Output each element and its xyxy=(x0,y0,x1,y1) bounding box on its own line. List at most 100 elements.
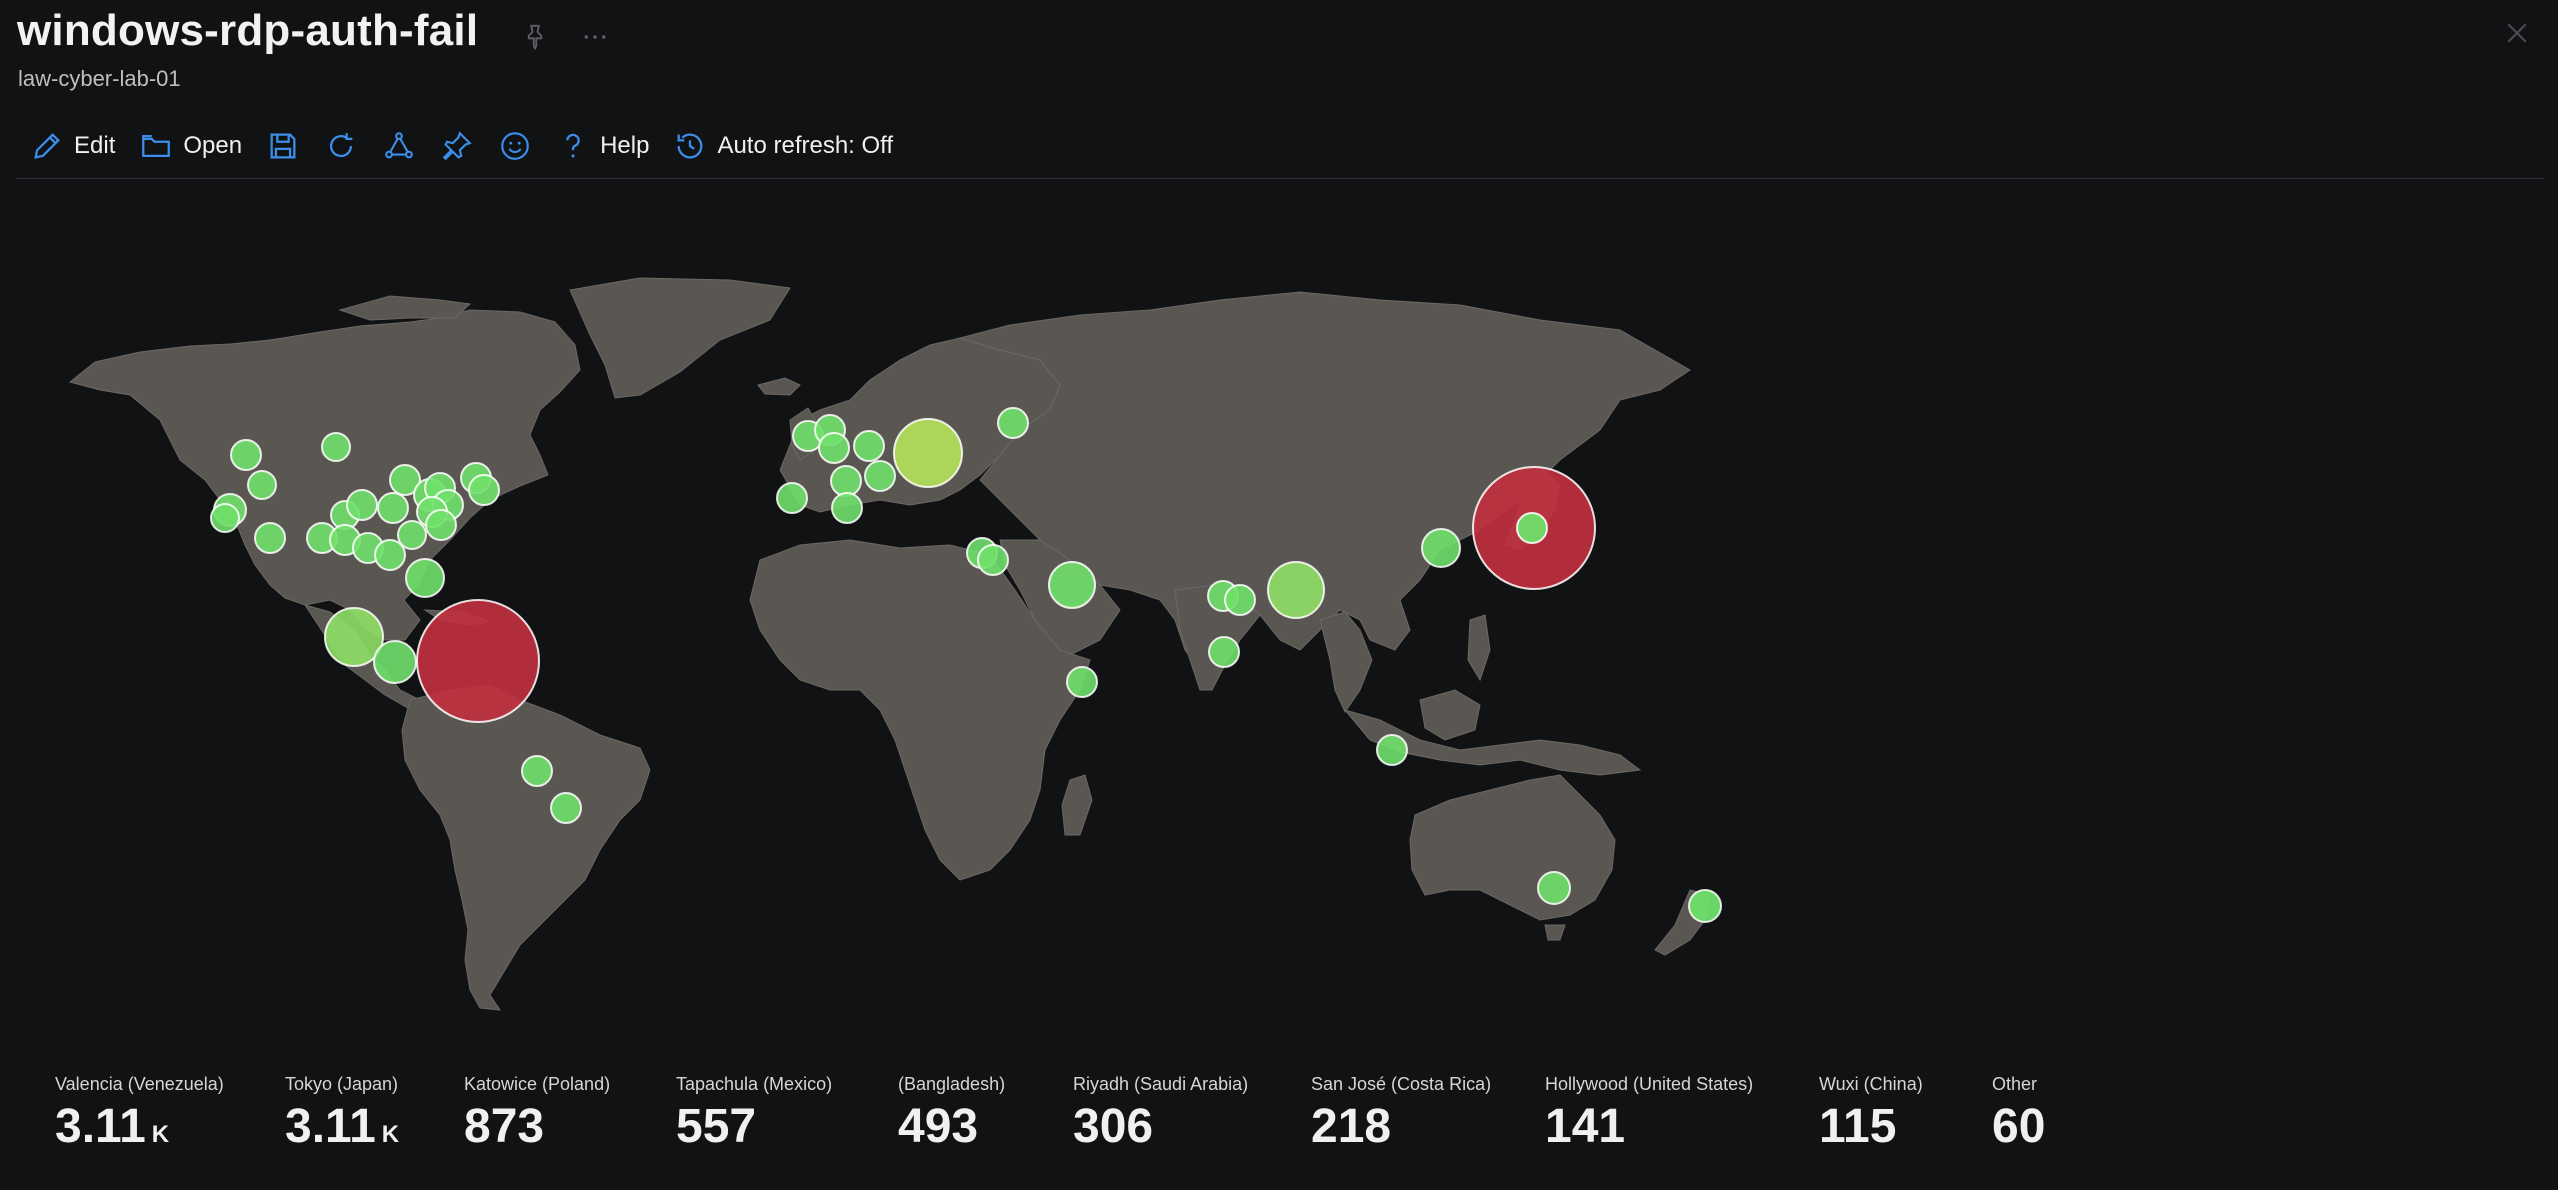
australia-landmass xyxy=(1409,774,1616,921)
more-icon[interactable] xyxy=(580,22,610,52)
location-bubble[interactable] xyxy=(210,503,240,533)
location-bubble[interactable] xyxy=(397,520,427,550)
wuxi-bubble[interactable] xyxy=(1421,528,1461,568)
location-bubble[interactable] xyxy=(321,432,351,462)
legend-item[interactable]: San José (Costa Rica) 218 xyxy=(1311,1074,1491,1154)
location-bubble[interactable] xyxy=(468,474,500,506)
legend-label: (Bangladesh) xyxy=(898,1074,1006,1094)
legend-item[interactable]: Tapachula (Mexico) 557 xyxy=(676,1074,832,1154)
edit-label: Edit xyxy=(74,132,116,159)
katowice-bubble[interactable] xyxy=(893,418,963,488)
folder-icon xyxy=(142,134,171,158)
iceland-landmass xyxy=(757,377,801,396)
map-legend: Valencia (Venezuela) 3.11 K Tokyo (Japan)… xyxy=(0,1074,2558,1184)
pin-icon[interactable] xyxy=(520,22,550,52)
save-button[interactable] xyxy=(254,120,312,172)
legend-item[interactable]: Katowice (Poland) 873 xyxy=(464,1074,610,1154)
location-bubble[interactable] xyxy=(247,470,277,500)
page-title: windows-rdp-auth-fail xyxy=(17,6,479,55)
location-bubble[interactable] xyxy=(977,544,1009,576)
legend-label: Katowice (Poland) xyxy=(464,1074,611,1094)
legend-item[interactable]: (Bangladesh) 493 xyxy=(898,1074,1005,1154)
riyadh-bubble[interactable] xyxy=(1048,561,1096,609)
legend-value: 3.11 K xyxy=(285,1100,400,1153)
feedback-button[interactable] xyxy=(486,120,544,172)
location-bubble[interactable] xyxy=(346,489,378,521)
san-jose-bubble[interactable] xyxy=(373,640,417,684)
location-bubble[interactable] xyxy=(830,465,862,497)
share-icon xyxy=(385,132,413,159)
legend-value: 115 xyxy=(1819,1100,1897,1153)
location-bubble[interactable] xyxy=(1224,584,1256,616)
legend-label: Riyadh (Saudi Arabia) xyxy=(1073,1074,1249,1094)
legend-label: Other xyxy=(1992,1074,2038,1094)
workspace-name: law-cyber-lab-01 xyxy=(18,66,181,91)
location-bubble[interactable] xyxy=(1688,889,1722,923)
land-masses xyxy=(68,277,1711,1011)
toolbar-divider xyxy=(16,178,2544,179)
legend-item[interactable]: Other 60 xyxy=(1992,1074,2051,1154)
location-bubble[interactable] xyxy=(230,439,262,471)
pin-icon xyxy=(442,131,472,161)
legend-value: 60 xyxy=(1992,1100,2046,1153)
location-bubble[interactable] xyxy=(1066,666,1098,698)
philippines-landmass xyxy=(1467,614,1491,682)
legend-label: Wuxi (China) xyxy=(1819,1074,1923,1094)
question-mark-icon xyxy=(566,133,580,158)
pin-to-dashboard-button[interactable] xyxy=(428,120,486,172)
edit-button[interactable]: Edit xyxy=(18,120,127,172)
open-label: Open xyxy=(183,132,243,159)
location-bubble[interactable] xyxy=(254,522,286,554)
legend-item[interactable]: Riyadh (Saudi Arabia) 306 xyxy=(1073,1074,1248,1154)
location-bubble[interactable] xyxy=(831,492,863,524)
location-bubble[interactable] xyxy=(818,432,850,464)
share-button[interactable] xyxy=(370,120,428,172)
location-bubble[interactable] xyxy=(1537,871,1571,905)
location-bubble[interactable] xyxy=(1376,734,1408,766)
world-map-canvas xyxy=(68,277,1722,1011)
auto-refresh-label: Auto refresh: Off xyxy=(717,132,894,159)
legend-label: San José (Costa Rica) xyxy=(1311,1074,1492,1094)
help-label: Help xyxy=(600,132,650,159)
location-bubble[interactable] xyxy=(521,755,553,787)
location-bubble[interactable] xyxy=(1516,512,1548,544)
world-map[interactable] xyxy=(0,190,2558,1070)
legend-item[interactable]: Hollywood (United States) 141 xyxy=(1545,1074,1753,1154)
legend-value: 3.11 K xyxy=(55,1100,170,1153)
legend-item[interactable]: Valencia (Venezuela) 3.11 K xyxy=(55,1074,224,1154)
legend-value: 141 xyxy=(1545,1100,1626,1153)
bangladesh-bubble[interactable] xyxy=(1267,561,1325,619)
legend-label: Hollywood (United States) xyxy=(1545,1074,1754,1094)
toolbar: Edit Open Help Auto refresh: Off xyxy=(18,120,905,172)
location-bubble[interactable] xyxy=(864,460,896,492)
legend-value: 557 xyxy=(676,1100,757,1153)
location-bubble[interactable] xyxy=(853,430,885,462)
open-button[interactable]: Open xyxy=(127,120,254,172)
location-bubble[interactable] xyxy=(377,492,409,524)
valencia-bubble[interactable] xyxy=(416,599,540,723)
south-america-landmass xyxy=(401,684,651,1011)
location-bubble[interactable] xyxy=(1208,636,1240,668)
legend-item[interactable]: Tokyo (Japan) 3.11 K xyxy=(285,1074,399,1154)
save-icon xyxy=(270,133,296,159)
location-bubble[interactable] xyxy=(550,792,582,824)
legend-value: 218 xyxy=(1311,1100,1392,1153)
refresh-icon xyxy=(330,133,353,158)
location-bubble[interactable] xyxy=(425,509,457,541)
pencil-icon xyxy=(34,133,60,159)
legend-value: 493 xyxy=(898,1100,979,1153)
auto-refresh-button[interactable]: Auto refresh: Off xyxy=(661,120,905,172)
legend-item[interactable]: Wuxi (China) 115 xyxy=(1819,1074,1923,1154)
help-button[interactable]: Help xyxy=(544,120,661,172)
legend-label: Tapachula (Mexico) xyxy=(676,1074,833,1094)
close-icon[interactable] xyxy=(2502,18,2532,48)
refresh-button[interactable] xyxy=(312,120,370,172)
smiley-icon xyxy=(501,132,529,160)
location-bubble[interactable] xyxy=(405,558,445,598)
borneo-landmass xyxy=(1419,689,1481,741)
madagascar-landmass xyxy=(1061,774,1093,836)
location-bubble[interactable] xyxy=(997,407,1029,439)
legend-label: Valencia (Venezuela) xyxy=(55,1074,224,1094)
north-america-landmass xyxy=(68,309,581,641)
location-bubble[interactable] xyxy=(776,482,808,514)
